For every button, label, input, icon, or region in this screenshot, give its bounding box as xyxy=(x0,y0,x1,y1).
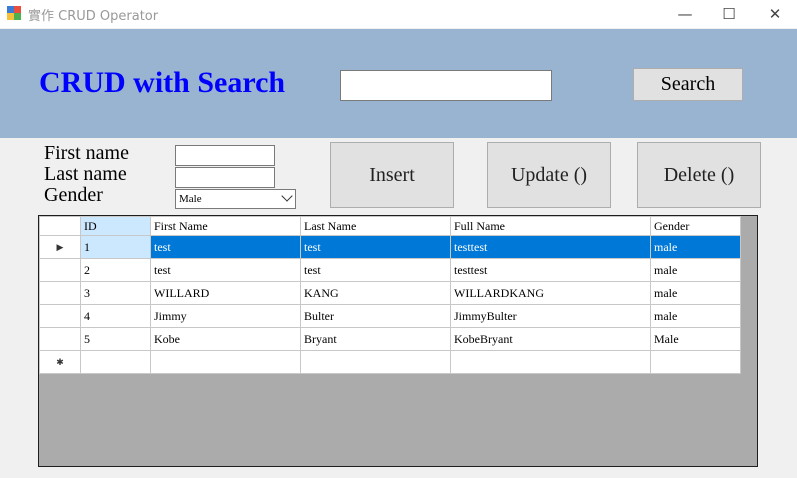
cell-last-name[interactable]: test xyxy=(300,258,451,282)
cell-full-name[interactable]: KobeBryant xyxy=(450,327,651,351)
update-button[interactable]: Update () xyxy=(487,142,611,208)
current-row-icon[interactable]: ▶ xyxy=(39,235,81,259)
search-input[interactable] xyxy=(340,70,552,101)
grid-corner[interactable] xyxy=(39,216,81,236)
first-name-field[interactable] xyxy=(175,145,275,166)
column-header-first-name[interactable]: First Name xyxy=(150,216,301,236)
column-header-last-name[interactable]: Last Name xyxy=(300,216,451,236)
cell-full-name[interactable] xyxy=(450,350,651,374)
chevron-down-icon xyxy=(281,190,293,202)
table-row[interactable]: 2 test test testtest male xyxy=(39,258,741,282)
insert-button[interactable]: Insert xyxy=(330,142,454,208)
cell-gender[interactable]: male xyxy=(650,258,741,282)
new-row-icon[interactable]: ✱ xyxy=(39,350,81,374)
last-name-field[interactable] xyxy=(175,167,275,188)
cell-last-name[interactable]: Bulter xyxy=(300,304,451,328)
data-grid[interactable]: ID First Name Last Name Full Name Gender… xyxy=(38,215,758,467)
cell-full-name[interactable]: testtest xyxy=(450,235,651,259)
cell-first-name[interactable]: test xyxy=(150,235,301,259)
close-button[interactable]: ✕ xyxy=(752,0,797,28)
cell-first-name[interactable]: WILLARD xyxy=(150,281,301,305)
cell-id[interactable] xyxy=(80,350,151,374)
row-header[interactable] xyxy=(39,304,81,328)
cell-last-name[interactable]: KANG xyxy=(300,281,451,305)
cell-full-name[interactable]: testtest xyxy=(450,258,651,282)
row-header[interactable] xyxy=(39,258,81,282)
cell-last-name[interactable]: test xyxy=(300,235,451,259)
cell-last-name[interactable] xyxy=(300,350,451,374)
cell-gender[interactable]: male xyxy=(650,235,741,259)
gender-label: Gender xyxy=(44,184,103,206)
cell-last-name[interactable]: Bryant xyxy=(300,327,451,351)
column-header-id[interactable]: ID xyxy=(80,216,151,236)
cell-first-name[interactable] xyxy=(150,350,301,374)
search-button[interactable]: Search xyxy=(633,68,743,101)
cell-gender[interactable]: male xyxy=(650,281,741,305)
cell-id[interactable]: 1 xyxy=(80,235,151,259)
cell-id[interactable]: 4 xyxy=(80,304,151,328)
cell-full-name[interactable]: JimmyBulter xyxy=(450,304,651,328)
table-row[interactable]: 5 Kobe Bryant KobeBryant Male xyxy=(39,327,741,351)
row-header[interactable] xyxy=(39,327,81,351)
last-name-label: Last name xyxy=(44,163,127,185)
data-table: ID First Name Last Name Full Name Gender… xyxy=(39,216,741,374)
cell-full-name[interactable]: WILLARDKANG xyxy=(450,281,651,305)
first-name-label: First name xyxy=(44,142,129,164)
cell-first-name[interactable]: Jimmy xyxy=(150,304,301,328)
maximize-button[interactable]: ☐ xyxy=(706,0,752,28)
page-title: CRUD with Search xyxy=(39,66,286,99)
app-icon xyxy=(7,6,21,20)
window-title: 實作 CRUD Operator xyxy=(28,9,159,24)
cell-id[interactable]: 2 xyxy=(80,258,151,282)
cell-gender[interactable]: Male xyxy=(650,327,741,351)
column-header-gender[interactable]: Gender xyxy=(650,216,741,236)
column-header-full-name[interactable]: Full Name xyxy=(450,216,651,236)
gender-select[interactable]: Male xyxy=(175,189,296,209)
table-row[interactable]: 3 WILLARD KANG WILLARDKANG male xyxy=(39,281,741,305)
table-row[interactable]: 4 Jimmy Bulter JimmyBulter male xyxy=(39,304,741,328)
table-row[interactable]: ▶ 1 test test testtest male xyxy=(39,235,741,259)
delete-button[interactable]: Delete () xyxy=(637,142,761,208)
cell-gender[interactable]: male xyxy=(650,304,741,328)
header-row: ID First Name Last Name Full Name Gender xyxy=(39,216,741,236)
cell-first-name[interactable]: test xyxy=(150,258,301,282)
minimize-button[interactable]: — xyxy=(662,0,708,28)
gender-select-value: Male xyxy=(179,193,202,205)
cell-id[interactable]: 3 xyxy=(80,281,151,305)
cell-gender[interactable] xyxy=(650,350,741,374)
new-row[interactable]: ✱ xyxy=(39,350,741,374)
cell-first-name[interactable]: Kobe xyxy=(150,327,301,351)
cell-id[interactable]: 5 xyxy=(80,327,151,351)
row-header[interactable] xyxy=(39,281,81,305)
